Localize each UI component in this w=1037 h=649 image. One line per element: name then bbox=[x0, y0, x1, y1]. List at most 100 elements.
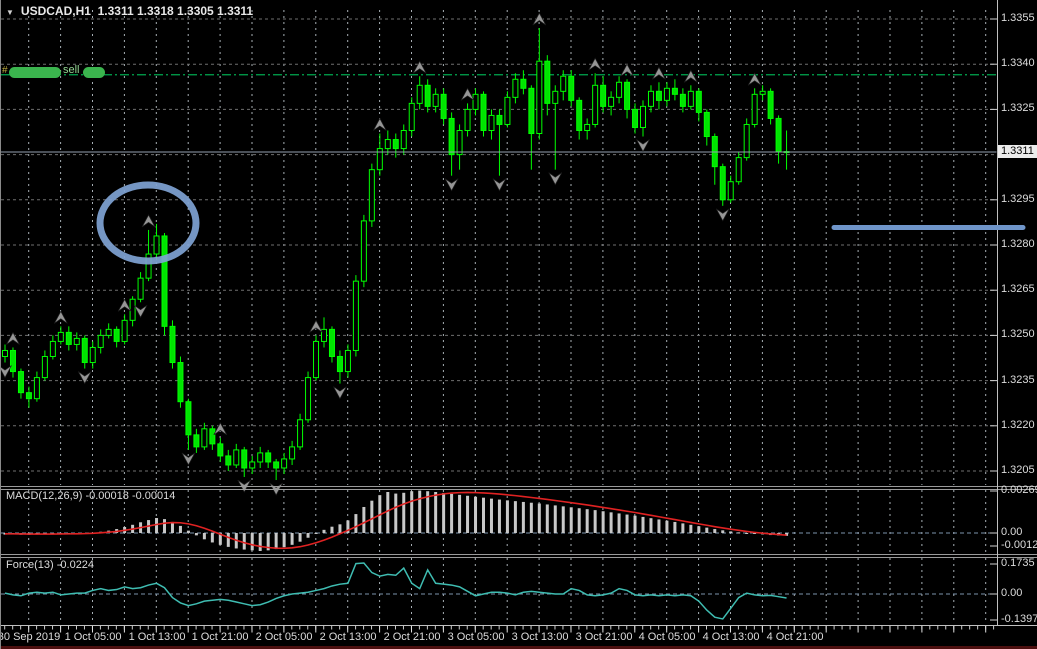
candle-body bbox=[767, 90, 774, 119]
candle-body bbox=[177, 362, 184, 403]
candle-body bbox=[217, 443, 224, 457]
macd-histogram-bar bbox=[170, 521, 174, 533]
candle-body bbox=[65, 331, 72, 345]
candle-body bbox=[600, 84, 607, 107]
macd-histogram-bar bbox=[545, 504, 549, 533]
candle-body bbox=[735, 157, 742, 183]
symbol-period-label: USDCAD,H1 bbox=[20, 4, 91, 18]
order-lot-redaction-pill bbox=[83, 67, 105, 78]
candle-body bbox=[360, 220, 367, 282]
candle-body bbox=[520, 78, 527, 89]
macd-histogram-bar bbox=[609, 512, 613, 533]
candle-body bbox=[352, 280, 359, 351]
candle-body bbox=[560, 75, 567, 92]
macd-histogram-bar bbox=[569, 507, 573, 533]
macd-histogram-bar bbox=[410, 491, 414, 533]
macd-histogram-bar bbox=[434, 491, 438, 533]
macd-histogram-bar bbox=[338, 524, 342, 533]
fractal-up-icon bbox=[684, 69, 698, 83]
bid-price-label: 1.3311 bbox=[998, 145, 1037, 158]
candle-body bbox=[512, 78, 519, 98]
candle-body bbox=[496, 114, 503, 125]
candle-body bbox=[281, 458, 288, 469]
candle-body bbox=[584, 123, 591, 131]
macd-histogram-bar bbox=[282, 533, 286, 548]
chart-dropdown-icon[interactable]: ▼ bbox=[6, 8, 14, 17]
macd-histogram-bar bbox=[633, 515, 637, 533]
macd-histogram-bar bbox=[155, 518, 159, 533]
macd-histogram-bar bbox=[585, 509, 589, 533]
candle-body bbox=[647, 90, 654, 107]
macd-histogram-bar bbox=[250, 533, 254, 551]
force-indicator-label: Force(13) -0.0224 bbox=[6, 559, 95, 571]
candle-body bbox=[727, 181, 734, 201]
macd-histogram-bar bbox=[561, 506, 565, 533]
macd-histogram-bar bbox=[721, 530, 725, 533]
candle-body bbox=[289, 446, 296, 460]
macd-histogram-bar bbox=[458, 494, 462, 533]
candle-body bbox=[73, 337, 80, 345]
candle-body bbox=[616, 81, 623, 98]
macd-histogram-bar bbox=[649, 518, 653, 533]
macd-histogram-bar bbox=[713, 529, 717, 533]
fractal-down-icon bbox=[77, 371, 92, 385]
macd-histogram-bar bbox=[202, 533, 206, 540]
candle-body bbox=[105, 328, 112, 336]
fractal-down-icon bbox=[444, 178, 459, 192]
fractal-up-icon bbox=[652, 66, 666, 80]
candle-body bbox=[161, 235, 168, 327]
macd-histogram-bar bbox=[497, 499, 501, 533]
order-hash-label: # bbox=[2, 65, 8, 76]
candle-body bbox=[169, 325, 176, 364]
macd-histogram-bar bbox=[705, 527, 709, 533]
candle-body bbox=[225, 455, 232, 466]
trading-chart-window: ▼ USDCAD,H1 1.3311 1.3318 1.3305 1.3311 #… bbox=[0, 0, 1037, 649]
candle-body bbox=[9, 349, 16, 373]
macd-histogram-bar bbox=[577, 508, 581, 533]
candle-body bbox=[2, 349, 8, 357]
candle-body bbox=[185, 401, 192, 436]
macd-histogram-bar bbox=[163, 519, 166, 533]
candle-body bbox=[743, 123, 750, 159]
macd-histogram-bar bbox=[537, 503, 541, 533]
fractal-down-icon bbox=[636, 139, 650, 153]
macd-histogram-bar bbox=[729, 531, 733, 533]
candle-body bbox=[81, 337, 88, 364]
candle-body bbox=[544, 60, 551, 104]
fractal-down-icon bbox=[133, 304, 148, 318]
candle-body bbox=[193, 434, 200, 448]
candle-body bbox=[536, 60, 543, 135]
candle-body bbox=[89, 346, 96, 364]
macd-histogram-bar bbox=[258, 533, 262, 551]
candle-body bbox=[472, 93, 479, 110]
macd-histogram-bar bbox=[306, 533, 310, 538]
chart-canvas[interactable] bbox=[1, 0, 1037, 649]
macd-histogram-bar bbox=[489, 498, 493, 533]
fractal-down-icon bbox=[1, 365, 12, 379]
macd-histogram-bar bbox=[194, 533, 198, 536]
macd-histogram-bar bbox=[314, 533, 318, 534]
macd-histogram-bar bbox=[450, 493, 454, 533]
fractal-up-icon bbox=[117, 298, 132, 312]
candle-body bbox=[209, 428, 216, 445]
macd-histogram-bar bbox=[617, 513, 621, 533]
macd-histogram-bar bbox=[601, 511, 605, 533]
candle-body bbox=[249, 461, 256, 469]
candle-body bbox=[113, 328, 120, 342]
sell-order-label: sell bbox=[63, 64, 80, 76]
candle-body bbox=[679, 93, 686, 107]
macd-histogram-bar bbox=[466, 495, 470, 533]
macd-histogram-bar bbox=[673, 521, 677, 533]
candle-body bbox=[719, 166, 726, 201]
macd-histogram-bar bbox=[657, 519, 661, 533]
macd-histogram-bar bbox=[274, 533, 278, 550]
fractal-down-icon bbox=[333, 386, 347, 400]
macd-histogram-bar bbox=[681, 523, 685, 533]
candle-body bbox=[121, 319, 128, 342]
macd-histogram-bar bbox=[298, 533, 302, 542]
candle-body bbox=[328, 328, 335, 357]
candle-body bbox=[751, 93, 758, 125]
candle-body bbox=[313, 340, 320, 379]
candle-body bbox=[392, 139, 399, 150]
candle-body bbox=[297, 419, 304, 448]
